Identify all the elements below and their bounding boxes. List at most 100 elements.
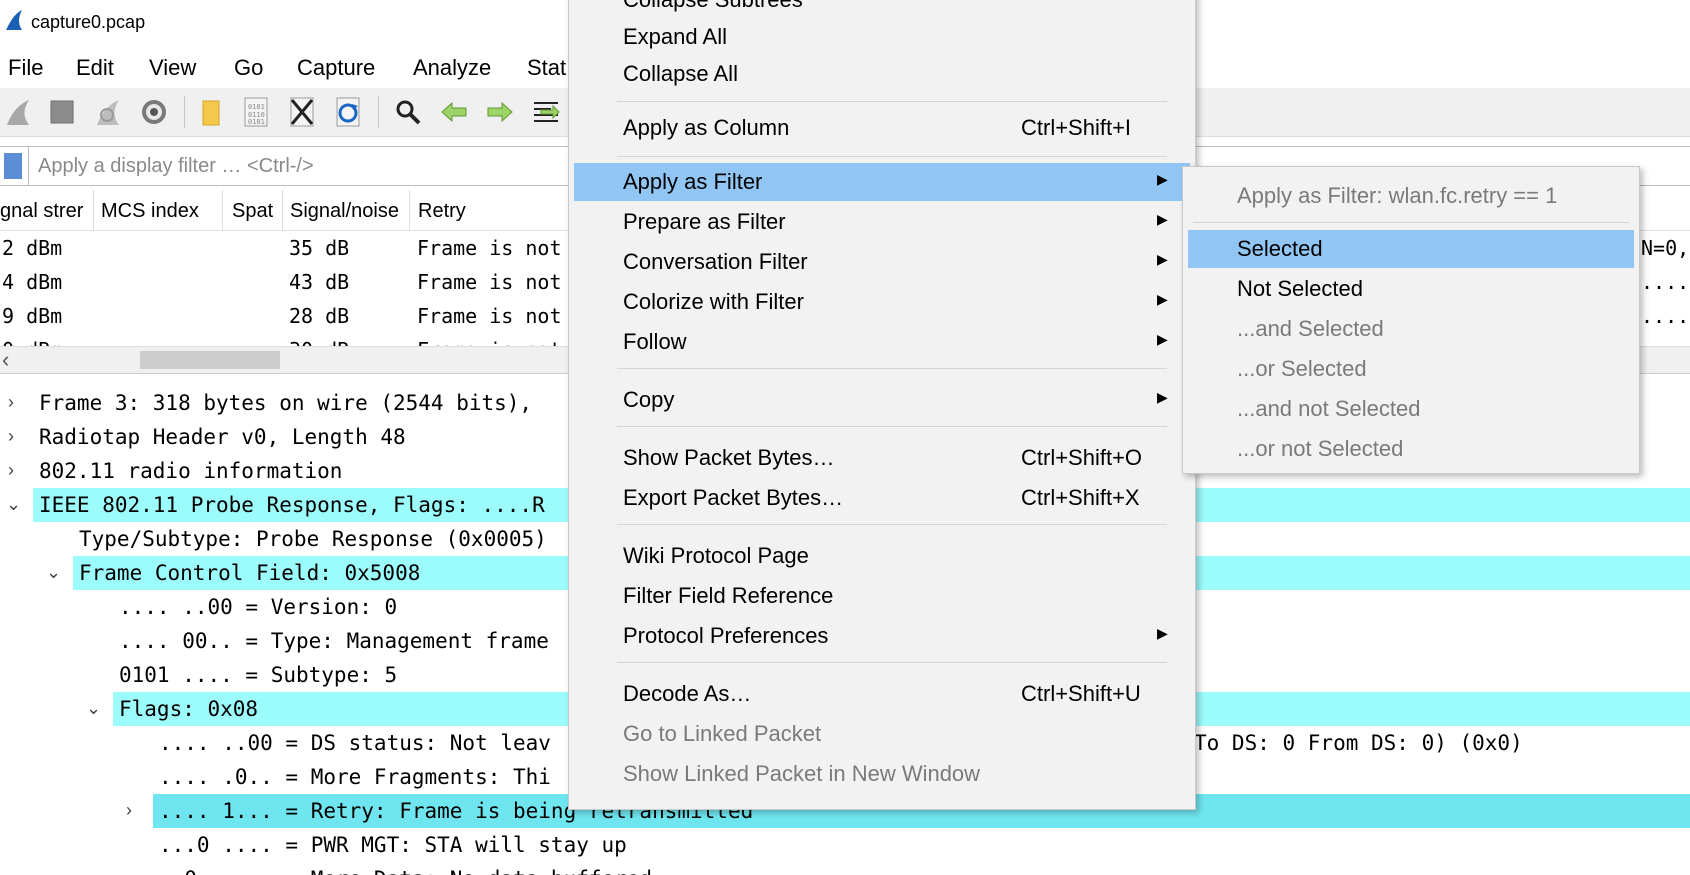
tree-item-pwr-mgt[interactable]: ...0 .... = PWR MGT: STA will stay up [0,828,800,862]
menu-view[interactable]: View [149,55,196,81]
menu-item-collapse-all[interactable]: Collapse All [569,55,1195,93]
go-to-packet-icon[interactable] [530,96,562,128]
cell-signal: 2 dBm [2,236,63,260]
menu-item-filter-field-reference[interactable]: Filter Field Reference [569,577,1195,615]
scrollbar-thumb[interactable] [140,351,280,369]
display-filter-input[interactable]: Apply a display filter … <Ctrl-/> [38,155,314,178]
column-mcs-index[interactable]: MCS index [101,200,221,223]
menu-item-expand-all[interactable]: Expand All [569,18,1195,56]
expand-chevron-icon[interactable]: › [126,800,132,821]
tree-item-version[interactable]: .... ..00 = Version: 0 [0,590,600,624]
wireshark-logo-icon [6,10,22,30]
menu-item-follow[interactable]: Follow ▶ [569,323,1195,361]
menu-separator [617,426,1167,427]
collapse-chevron-icon[interactable]: ⌄ [86,698,101,719]
window-title: capture0.pcap [31,12,146,32]
submenu-arrow-icon: ▶ [1157,251,1168,267]
menu-separator [617,156,1167,157]
menu-item-copy[interactable]: Copy ▶ [569,381,1195,419]
menu-item-prepare-as-filter[interactable]: Prepare as Filter ▶ [569,203,1195,241]
shortcut-label: Ctrl+Shift+X [1021,485,1140,510]
expand-chevron-icon[interactable]: › [8,392,14,413]
menu-file[interactable]: File [8,55,43,81]
submenu-arrow-icon: ▶ [1157,291,1168,307]
menu-item-collapse-subtrees[interactable]: Collapse Subtrees [569,0,1195,19]
cell-signal: 0 dBm [2,338,62,346]
menu-item-decode-as[interactable]: Decode As… Ctrl+Shift+U [569,675,1195,713]
tree-item-type[interactable]: .... 00.. = Type: Management frame [0,624,600,658]
toolbar-separator [378,96,379,128]
arrow-left-icon[interactable] [438,96,470,128]
restart-icon[interactable] [92,96,124,128]
menu-item-protocol-preferences[interactable]: Protocol Preferences ▶ [569,617,1195,655]
tree-item-subtype[interactable]: 0101 .... = Subtype: 5 [0,658,600,692]
menu-statistics[interactable]: Stat [527,55,566,81]
submenu-header: Apply as Filter: wlan.fc.retry == 1 [1237,183,1558,208]
menu-capture[interactable]: Capture [297,55,375,81]
expand-chevron-icon[interactable]: › [8,426,14,447]
submenu-item-or-selected: ...or Selected [1237,356,1367,381]
scroll-left-icon[interactable]: ‹ [2,347,9,373]
tree-item-radio-info[interactable]: › 802.11 radio information [0,454,600,488]
open-folder-icon[interactable] [194,96,226,128]
submenu-arrow-icon: ▶ [1157,389,1168,405]
stop-icon[interactable] [46,96,78,128]
menu-go[interactable]: Go [234,55,263,81]
submenu-arrow-icon: ▶ [1157,625,1168,641]
bookmark-icon[interactable] [4,153,22,179]
submenu-item-and-not-selected: ...and not Selected [1237,396,1421,421]
column-signal-noise[interactable]: Signal/noise [290,200,404,223]
tree-item-frame[interactable]: › Frame 3: 318 bytes on wire (2544 bits)… [0,386,600,420]
cell-retry: Frame is not [417,304,562,328]
submenu-arrow-icon: ▶ [1157,331,1168,347]
collapse-chevron-icon[interactable]: ⌄ [6,494,21,515]
menu-edit[interactable]: Edit [76,55,114,81]
submenu-item-selected[interactable]: Selected [1188,230,1634,268]
cell-tail: N=0, [1641,236,1690,260]
tree-item-more-fragments[interactable]: .... .0.. = More Fragments: Thi [0,760,600,794]
menu-item-show-linked-packet-new-window: Show Linked Packet in New Window [623,761,981,786]
cell-snr: 35 dB [289,236,350,260]
context-menu: Collapse Subtrees Expand All Collapse Al… [568,0,1196,810]
menu-separator [617,368,1167,369]
menu-analyze[interactable]: Analyze [413,55,491,81]
submenu-item-not-selected[interactable]: Not Selected [1188,270,1634,308]
menu-item-export-packet-bytes[interactable]: Export Packet Bytes… Ctrl+Shift+X [569,479,1195,517]
submenu-item-and-selected: ...and Selected [1237,316,1384,341]
search-icon[interactable] [392,96,424,128]
submenu-arrow-icon: ▶ [1157,171,1168,187]
cell-retry: Frame is not [417,270,562,294]
tree-item-type-subtype[interactable]: Type/Subtype: Probe Response (0x0005) [0,522,600,556]
submenu-item-or-not-selected: ...or not Selected [1237,436,1404,461]
arrow-right-icon[interactable] [484,96,516,128]
shortcut-label: Ctrl+Shift+O [1021,445,1143,470]
cell-retry: Frame is not [417,236,562,260]
cell-tail: .... [1641,270,1690,294]
menu-item-conversation-filter[interactable]: Conversation Filter ▶ [569,243,1195,281]
menu-separator [1193,222,1629,223]
tree-item-radiotap[interactable]: › Radiotap Header v0, Length 48 [0,420,600,454]
shortcut-label: Ctrl+Shift+U [1021,681,1141,706]
menu-item-colorize-with-filter[interactable]: Colorize with Filter ▶ [569,283,1195,321]
column-spatial[interactable]: Spat [232,200,278,223]
cell-signal: 4 dBm [2,270,63,294]
toolbar-separator [184,96,185,128]
menu-item-apply-as-column[interactable]: Apply as Column Ctrl+Shift+I [569,109,1195,147]
expand-chevron-icon[interactable]: › [8,460,14,481]
menu-item-show-packet-bytes[interactable]: Show Packet Bytes… Ctrl+Shift+O [569,439,1195,477]
menu-separator [617,524,1167,525]
collapse-chevron-icon[interactable]: ⌄ [46,562,61,583]
tree-item-more-data[interactable]: ..0. .... = More Data: No data buffered [0,862,800,875]
column-retry[interactable]: Retry [418,200,568,223]
close-file-icon[interactable] [286,96,318,128]
file-binary-icon[interactable]: 0101 0110 0101 [240,96,272,128]
reload-icon[interactable] [332,96,364,128]
cell-snr: 28 dB [289,304,350,328]
cell-snr: 30 dB [289,338,349,346]
shark-fin-start-icon[interactable] [2,96,34,128]
menu-item-wiki-protocol-page[interactable]: Wiki Protocol Page [569,537,1195,575]
column-signal-strength[interactable]: gnal strer [0,200,88,223]
options-gear-icon[interactable] [138,96,170,128]
menu-item-apply-as-filter[interactable]: Apply as Filter ▶ [574,163,1190,201]
shortcut-label: Ctrl+Shift+I [1021,115,1132,140]
